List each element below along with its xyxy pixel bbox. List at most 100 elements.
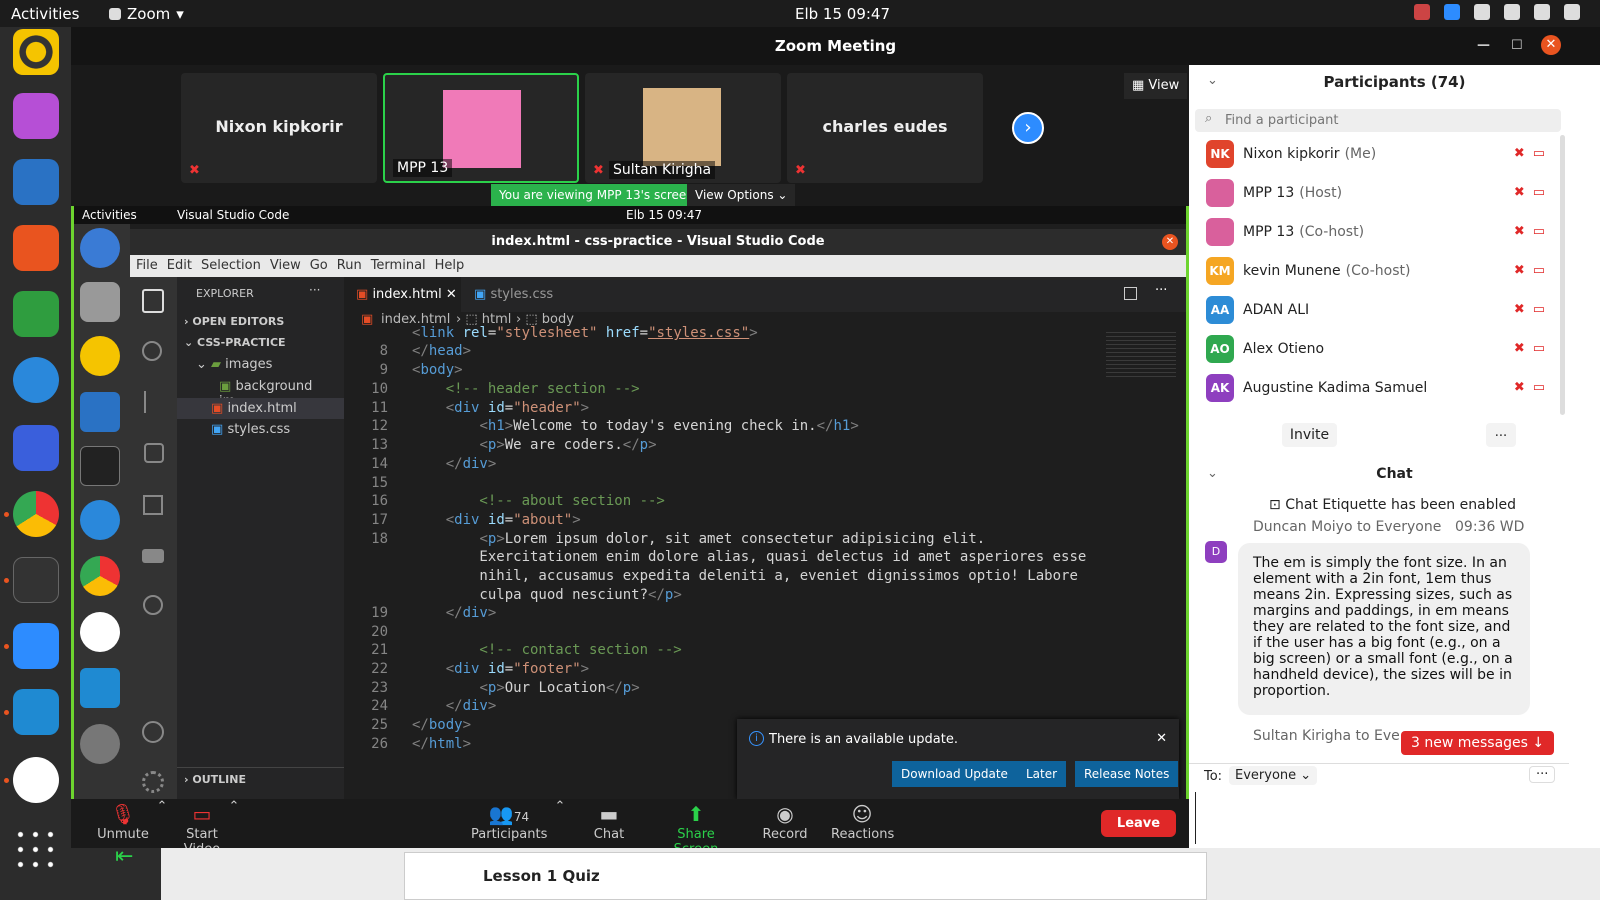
line-number: 11 [371, 400, 388, 416]
participant-search-input[interactable] [1225, 111, 1545, 130]
panel-scrollbar[interactable] [1560, 135, 1565, 415]
record-icon: ◉ [776, 802, 794, 826]
leave-button[interactable]: Leave [1101, 810, 1176, 837]
folder-icon: ▰ [211, 357, 222, 372]
participant-search[interactable]: ⌕ [1195, 109, 1561, 132]
line-number: 25 [371, 717, 388, 733]
chrome-icon [80, 556, 120, 596]
chrome-icon[interactable] [13, 491, 59, 537]
participant-video [443, 90, 521, 168]
participant-row[interactable]: AA ADAN ALI ✖▭ [1189, 291, 1563, 329]
participants-title: Participants (74) [1323, 73, 1466, 91]
record-label: Record [762, 827, 808, 842]
participant-row[interactable]: NK Nixon kipkorir (Me) ✖▭ [1189, 135, 1563, 173]
close-icon[interactable]: ✕ [1541, 35, 1561, 55]
calc-icon[interactable] [13, 291, 59, 337]
clock[interactable]: Elb 15 09:47 [795, 5, 890, 23]
participants-options-chevron-icon[interactable]: ⌃ [553, 799, 567, 848]
view-button[interactable]: ▦ View [1124, 73, 1188, 99]
next-page-icon[interactable]: › [1012, 112, 1044, 144]
rhythmbox-icon[interactable] [13, 29, 59, 75]
screenshot-icon[interactable] [13, 425, 59, 471]
participant-row[interactable]: AK Augustine Kadima Samuel ✖▭ [1189, 369, 1563, 407]
participants-button[interactable]: 👥74 Participants [471, 799, 547, 848]
line-number: 15 [371, 475, 388, 491]
participant-row[interactable]: KM kevin Munene (Co-host) ✖▭ [1189, 252, 1563, 290]
vscode-icon[interactable] [13, 689, 59, 735]
code-line: Exercitationem enim dolore alias, quasi … [412, 549, 1087, 565]
participants-more-button[interactable]: ... [1486, 423, 1516, 447]
thunderbird-icon [80, 228, 120, 268]
slack-tray-icon[interactable] [1414, 4, 1430, 20]
reactions-button[interactable]: ☺ Reactions [831, 799, 894, 848]
chat-more-icon[interactable]: ··· [1529, 766, 1556, 783]
shared-dock [74, 224, 130, 799]
code-line: <!-- header section --> [412, 381, 640, 397]
wifi-icon[interactable] [1474, 4, 1490, 20]
videos-icon[interactable] [13, 93, 59, 139]
code-line: <!-- about section --> [412, 493, 665, 509]
maximize-icon[interactable]: ☐ [1511, 27, 1523, 65]
chat-message-bubble: The em is simply the font size. In an el… [1238, 543, 1530, 715]
line-number: 26 [371, 736, 388, 752]
recipient-select[interactable]: Everyone ⌄ [1229, 766, 1318, 785]
zoom-icon[interactable] [13, 623, 59, 669]
explorer-icon [142, 289, 164, 313]
activities-button[interactable]: Activities [11, 5, 97, 23]
video-options-chevron-icon[interactable]: ⌃ [227, 799, 241, 848]
unmute-button[interactable]: 🎙 Unmute [93, 799, 153, 848]
video-tile[interactable]: Sultan Kirigha ✖ [585, 73, 781, 183]
help-icon[interactable] [13, 357, 59, 403]
writer-icon[interactable] [13, 159, 59, 205]
code-line: </div> [445, 605, 497, 621]
video-tile[interactable]: charles eudes ✖ [787, 73, 983, 183]
show-apps-icon[interactable] [13, 827, 59, 873]
app-menu[interactable]: Zoom ▾ [109, 5, 184, 23]
running-indicator [4, 578, 9, 583]
zoom-title-bar: Zoom Meeting — ☐ ✕ [71, 27, 1600, 65]
help-icon [80, 500, 120, 540]
zoom-tray-icon[interactable] [1444, 4, 1460, 20]
line-number: 21 [371, 642, 388, 658]
slack-icon[interactable] [13, 757, 59, 803]
participant-row[interactable]: MPP 13 (Host) ✖▭ [1189, 174, 1563, 212]
volume-icon[interactable] [1504, 4, 1520, 20]
video-tile[interactable]: Nixon kipkorir ✖ [181, 73, 377, 183]
search-icon [142, 341, 162, 361]
terminal-icon[interactable] [13, 557, 59, 603]
battery-icon[interactable] [1564, 4, 1580, 20]
tab-close-icon: ✕ [445, 287, 457, 302]
participant-name: charles eudes [822, 117, 948, 136]
new-messages-button[interactable]: 3 new messages ↓ [1401, 731, 1555, 755]
view-options-button[interactable]: View Options ⌄ [687, 184, 796, 206]
system-tray[interactable] [1414, 4, 1580, 20]
record-button[interactable]: ◉ Record [761, 799, 809, 848]
mic-icon[interactable] [1534, 4, 1550, 20]
share-screen-button[interactable]: ⬆Share Screen [655, 799, 737, 857]
line-number: 10 [371, 381, 388, 397]
avatar: KM [1206, 257, 1234, 285]
rhythmbox-icon [80, 336, 120, 376]
css-file-icon: ▣ [211, 422, 224, 437]
open-editors-section: › OPEN EDITORS [184, 315, 285, 328]
menu-terminal: Terminal [370, 258, 426, 273]
invite-button[interactable]: Invite [1282, 423, 1337, 447]
participant-row[interactable]: AO Alex Otieno ✖▭ [1189, 330, 1563, 368]
line-number: 8 [379, 343, 388, 359]
line-number: 24 [371, 698, 388, 714]
writer-icon [80, 392, 120, 432]
code-line: </head> [412, 343, 472, 359]
mic-muted-icon: ✖ [593, 163, 604, 178]
code-line: </div> [445, 456, 497, 472]
participant-row[interactable]: MPP 13 (Co-host) ✖▭ [1189, 213, 1563, 251]
reactions-icon: ☺ [851, 802, 873, 826]
outline-label: OUTLINE [192, 773, 246, 786]
minimize-icon[interactable]: — [1477, 27, 1490, 65]
video-tile-active[interactable]: MPP 13 [383, 73, 579, 183]
chat-button[interactable]: ▬ Chat [586, 799, 632, 848]
chat-input[interactable] [1195, 792, 1565, 844]
participants-label: Participants [471, 827, 548, 842]
software-icon[interactable] [13, 225, 59, 271]
vscode-title-bar: index.html - css-practice - Visual Studi… [130, 229, 1186, 255]
chat-recipient[interactable]: To: Everyone ⌄ ··· [1189, 763, 1569, 787]
